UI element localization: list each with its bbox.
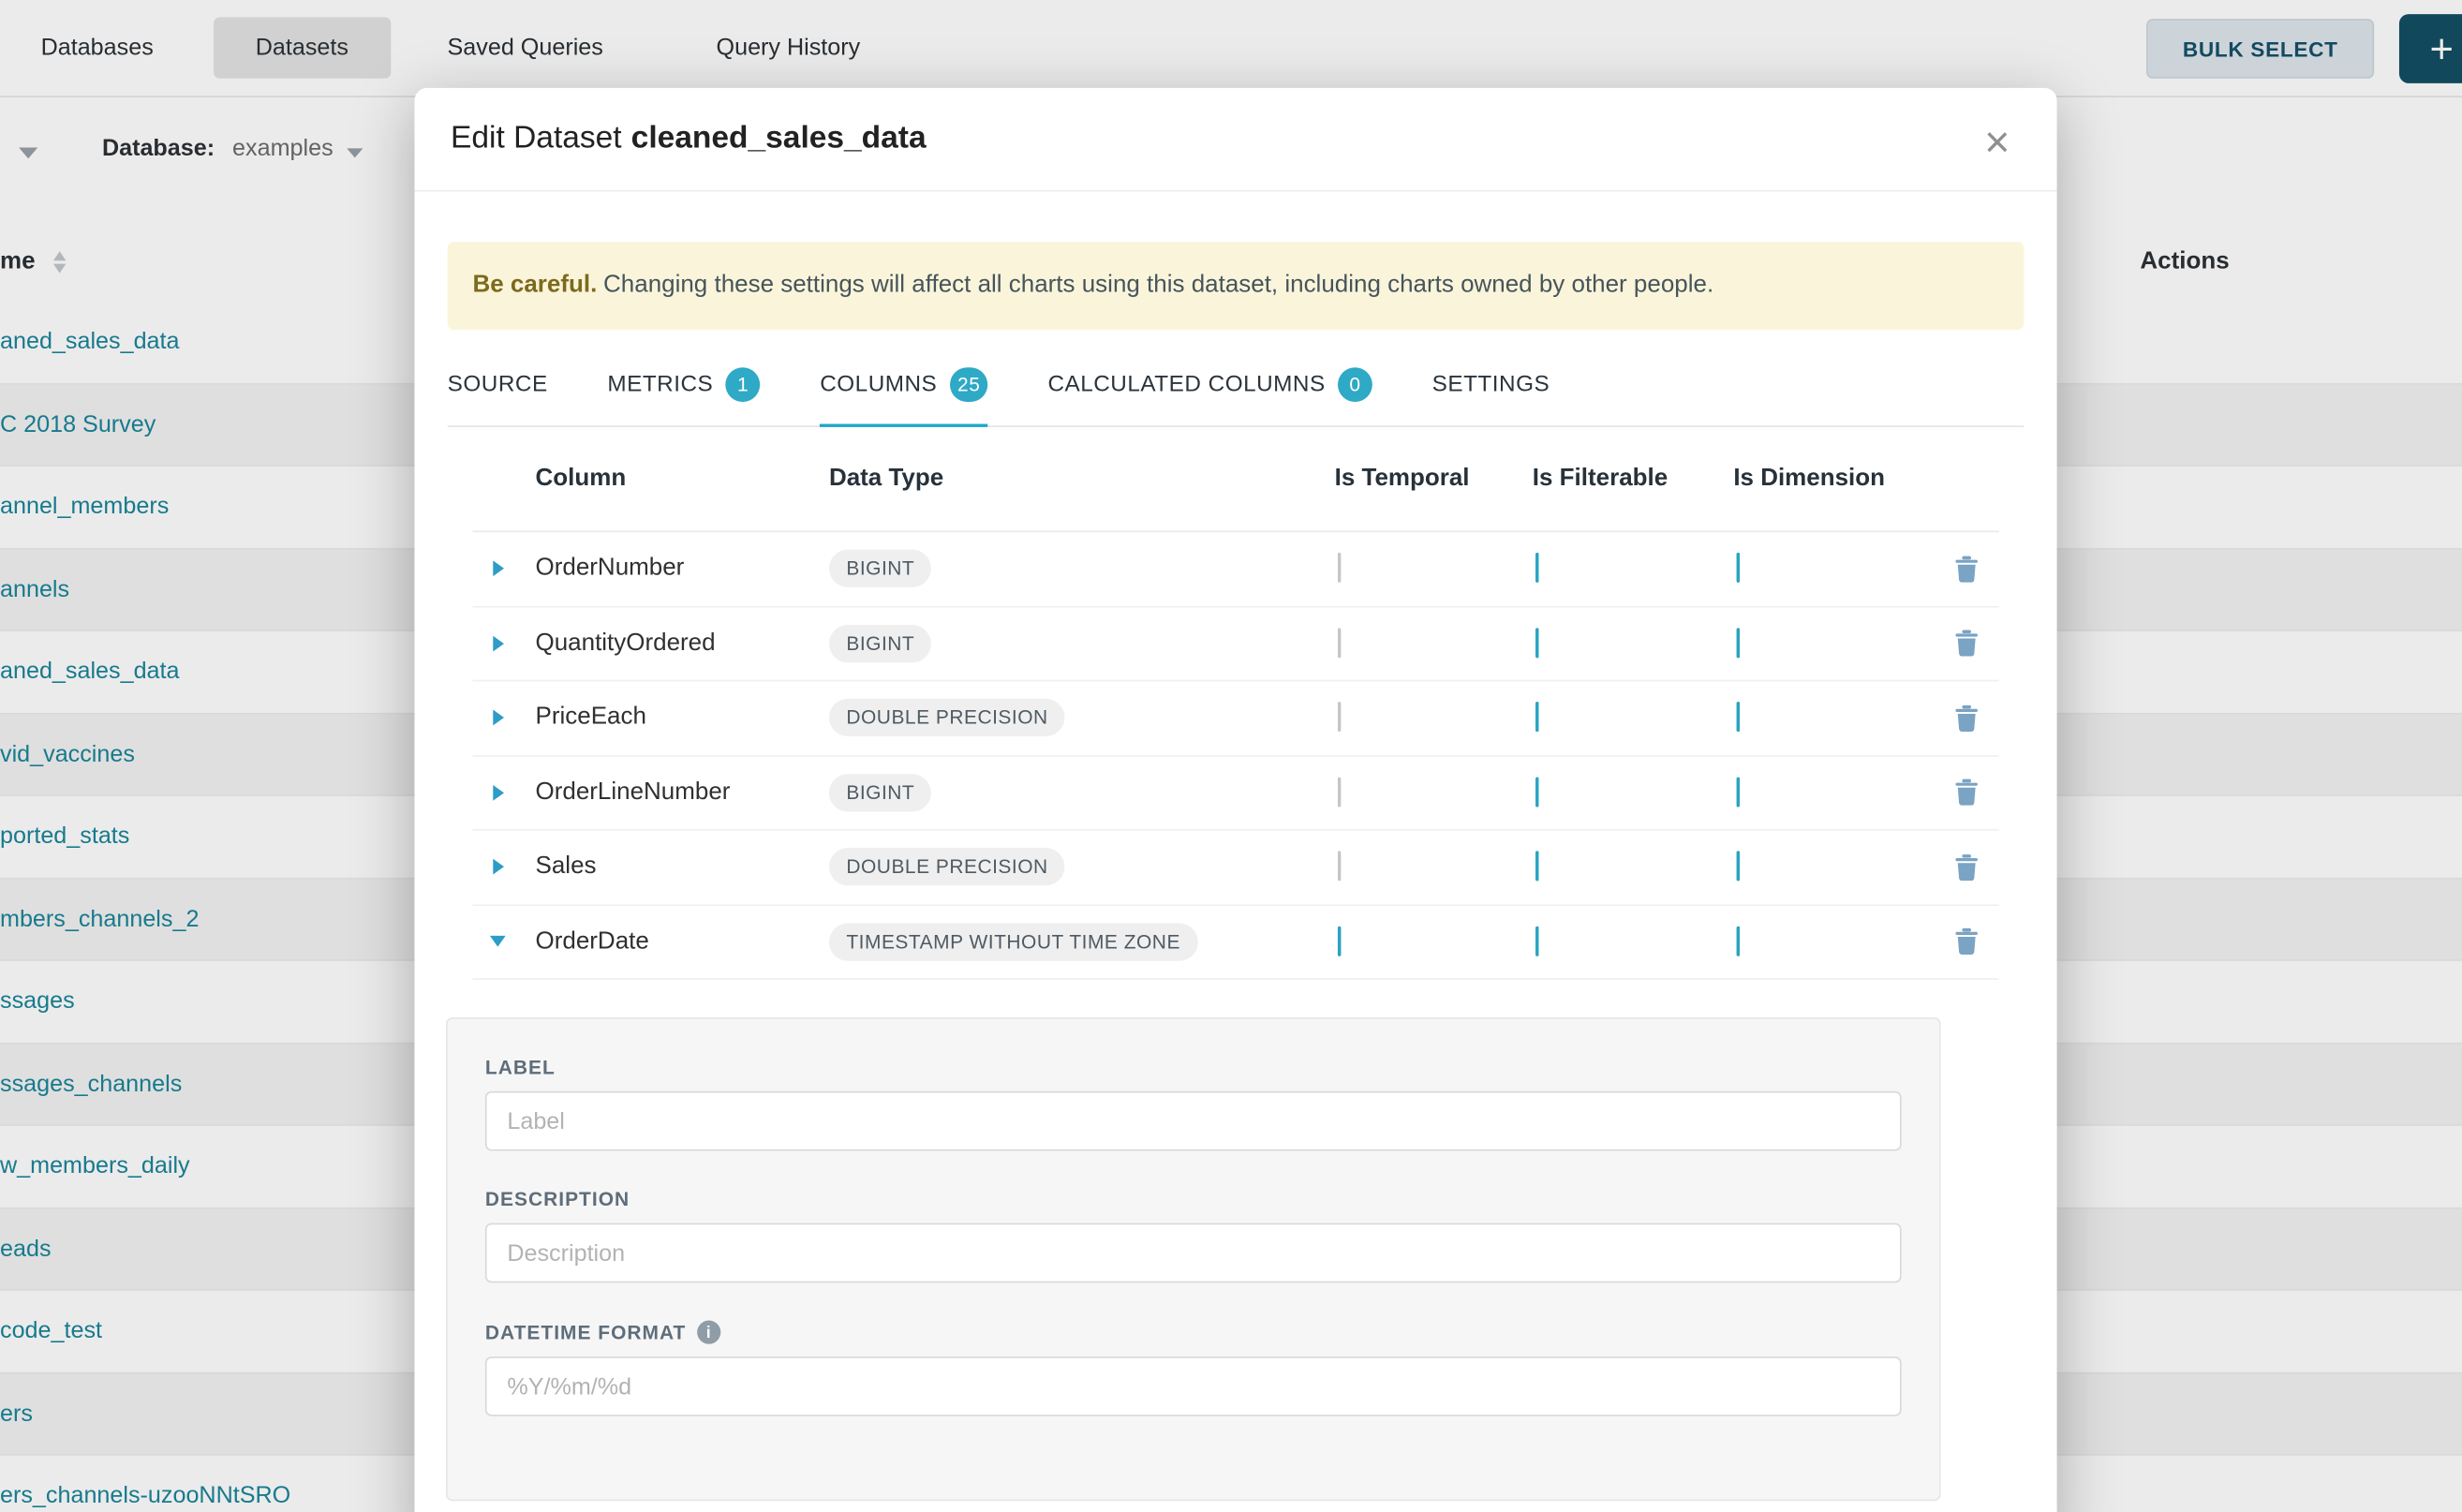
is-filterable-checkbox[interactable]	[1535, 553, 1538, 583]
header-data-type: Data Type	[829, 465, 1335, 493]
info-icon[interactable]: i	[697, 1321, 720, 1344]
is-dimension-checkbox[interactable]	[1737, 852, 1740, 882]
tab-label: SOURCE	[448, 372, 548, 397]
header-is-filterable: Is Filterable	[1533, 465, 1734, 493]
is-dimension-checkbox[interactable]	[1737, 926, 1740, 956]
data-type-pill: TIMESTAMP WITHOUT TIME ZONE	[829, 923, 1197, 960]
column-name: QuantityOrdered	[536, 630, 829, 658]
metrics-count-badge: 1	[726, 367, 761, 402]
columns-table-header: Column Data Type Is Temporal Is Filterab…	[472, 427, 1998, 532]
is-filterable-checkbox[interactable]	[1535, 703, 1538, 733]
label-field: LABEL	[485, 1057, 1902, 1151]
column-name: PriceEach	[536, 704, 829, 732]
expand-caret-icon[interactable]	[493, 561, 504, 577]
is-filterable-checkbox[interactable]	[1535, 852, 1538, 882]
is-temporal-checkbox[interactable]	[1338, 703, 1341, 733]
tab-label: CALCULATED COLUMNS	[1047, 372, 1325, 397]
column-row: OrderDate TIMESTAMP WITHOUT TIME ZONE	[472, 905, 1998, 980]
field-label-text: LABEL	[485, 1057, 556, 1078]
is-temporal-checkbox[interactable]	[1338, 852, 1341, 882]
tab-label: METRICS	[607, 372, 713, 397]
column-detail-panel: LABEL DESCRIPTION DATETIME FORMAT i	[446, 1017, 1941, 1501]
modal-title-dataset-name: cleaned_sales_data	[631, 121, 927, 156]
warning-banner-bold: Be careful.	[472, 272, 597, 298]
delete-icon[interactable]	[1935, 630, 1999, 657]
is-dimension-checkbox[interactable]	[1737, 777, 1740, 807]
tab-columns[interactable]: COLUMNS 25	[820, 367, 988, 425]
header-column: Column	[536, 465, 829, 493]
tab-settings[interactable]: SETTINGS	[1432, 367, 1550, 425]
data-type-pill: BIGINT	[829, 625, 932, 662]
is-filterable-checkbox[interactable]	[1535, 777, 1538, 807]
is-dimension-checkbox[interactable]	[1737, 628, 1740, 658]
column-name: OrderDate	[536, 927, 829, 956]
datetime-format-field-label: DATETIME FORMAT i	[485, 1321, 1902, 1344]
tab-label: SETTINGS	[1432, 372, 1550, 397]
is-dimension-checkbox[interactable]	[1737, 553, 1740, 583]
expand-caret-icon[interactable]	[493, 635, 504, 651]
is-dimension-checkbox[interactable]	[1737, 703, 1740, 733]
column-row: QuantityOrdered BIGINT	[472, 607, 1998, 682]
column-name: OrderNumber	[536, 555, 829, 583]
header-is-temporal: Is Temporal	[1335, 465, 1533, 493]
delete-icon[interactable]	[1935, 928, 1999, 955]
tab-metrics[interactable]: METRICS 1	[607, 367, 760, 425]
delete-icon[interactable]	[1935, 853, 1999, 880]
warning-banner-text: Changing these settings will affect all …	[603, 272, 1713, 298]
label-field-label: LABEL	[485, 1057, 1902, 1078]
field-label-text: DESCRIPTION	[485, 1189, 630, 1210]
delete-icon[interactable]	[1935, 556, 1999, 582]
modal-tabs: SOURCE METRICS 1 COLUMNS 25 CALCULATED COL…	[448, 367, 2024, 427]
expand-caret-icon[interactable]	[493, 785, 504, 801]
is-temporal-checkbox[interactable]	[1338, 553, 1341, 583]
collapse-caret-icon[interactable]	[490, 936, 506, 947]
column-row: OrderLineNumber BIGINT	[472, 756, 1998, 831]
columns-count-badge: 25	[950, 367, 988, 402]
modal-header: Edit Dataset cleaned_sales_data	[414, 88, 2056, 192]
tab-source[interactable]: SOURCE	[448, 367, 548, 425]
app-viewport: Databases Datasets Saved Queries Query H…	[0, 0, 2462, 1512]
is-temporal-checkbox[interactable]	[1338, 926, 1341, 956]
is-filterable-checkbox[interactable]	[1535, 926, 1538, 956]
description-input[interactable]	[485, 1223, 1902, 1283]
data-type-pill: DOUBLE PRECISION	[829, 848, 1065, 885]
field-label-text: DATETIME FORMAT	[485, 1321, 686, 1342]
modal-title: Edit Dataset cleaned_sales_data	[451, 121, 927, 157]
data-type-pill: BIGINT	[829, 550, 932, 587]
edit-dataset-modal: Edit Dataset cleaned_sales_data × Be care…	[414, 88, 2056, 1512]
modal-title-prefix: Edit Dataset	[451, 121, 622, 156]
tab-label: COLUMNS	[820, 372, 937, 397]
close-icon[interactable]: ×	[1969, 114, 2025, 170]
column-name: Sales	[536, 852, 829, 881]
data-type-pill: DOUBLE PRECISION	[829, 699, 1065, 736]
column-row: PriceEach DOUBLE PRECISION	[472, 681, 1998, 756]
tab-calculated-columns[interactable]: CALCULATED COLUMNS 0	[1047, 367, 1372, 425]
column-row: Sales DOUBLE PRECISION	[472, 831, 1998, 906]
description-field-label: DESCRIPTION	[485, 1189, 1902, 1210]
calculated-columns-count-badge: 0	[1338, 367, 1372, 402]
expand-caret-icon[interactable]	[493, 859, 504, 875]
datetime-format-field: DATETIME FORMAT i	[485, 1321, 1902, 1416]
label-input[interactable]	[485, 1091, 1902, 1151]
is-temporal-checkbox[interactable]	[1338, 777, 1341, 807]
expand-caret-icon[interactable]	[493, 710, 504, 726]
is-filterable-checkbox[interactable]	[1535, 628, 1538, 658]
warning-banner: Be careful.Changing these settings will …	[448, 242, 2024, 330]
datetime-format-input[interactable]	[485, 1356, 1902, 1416]
column-row: OrderNumber BIGINT	[472, 532, 1998, 607]
column-name: OrderLineNumber	[536, 778, 829, 807]
delete-icon[interactable]	[1935, 779, 1999, 806]
data-type-pill: BIGINT	[829, 774, 932, 811]
is-temporal-checkbox[interactable]	[1338, 628, 1341, 658]
columns-table: Column Data Type Is Temporal Is Filterab…	[472, 427, 1998, 980]
delete-icon[interactable]	[1935, 704, 1999, 731]
header-is-dimension: Is Dimension	[1733, 465, 1935, 493]
description-field: DESCRIPTION	[485, 1189, 1902, 1283]
